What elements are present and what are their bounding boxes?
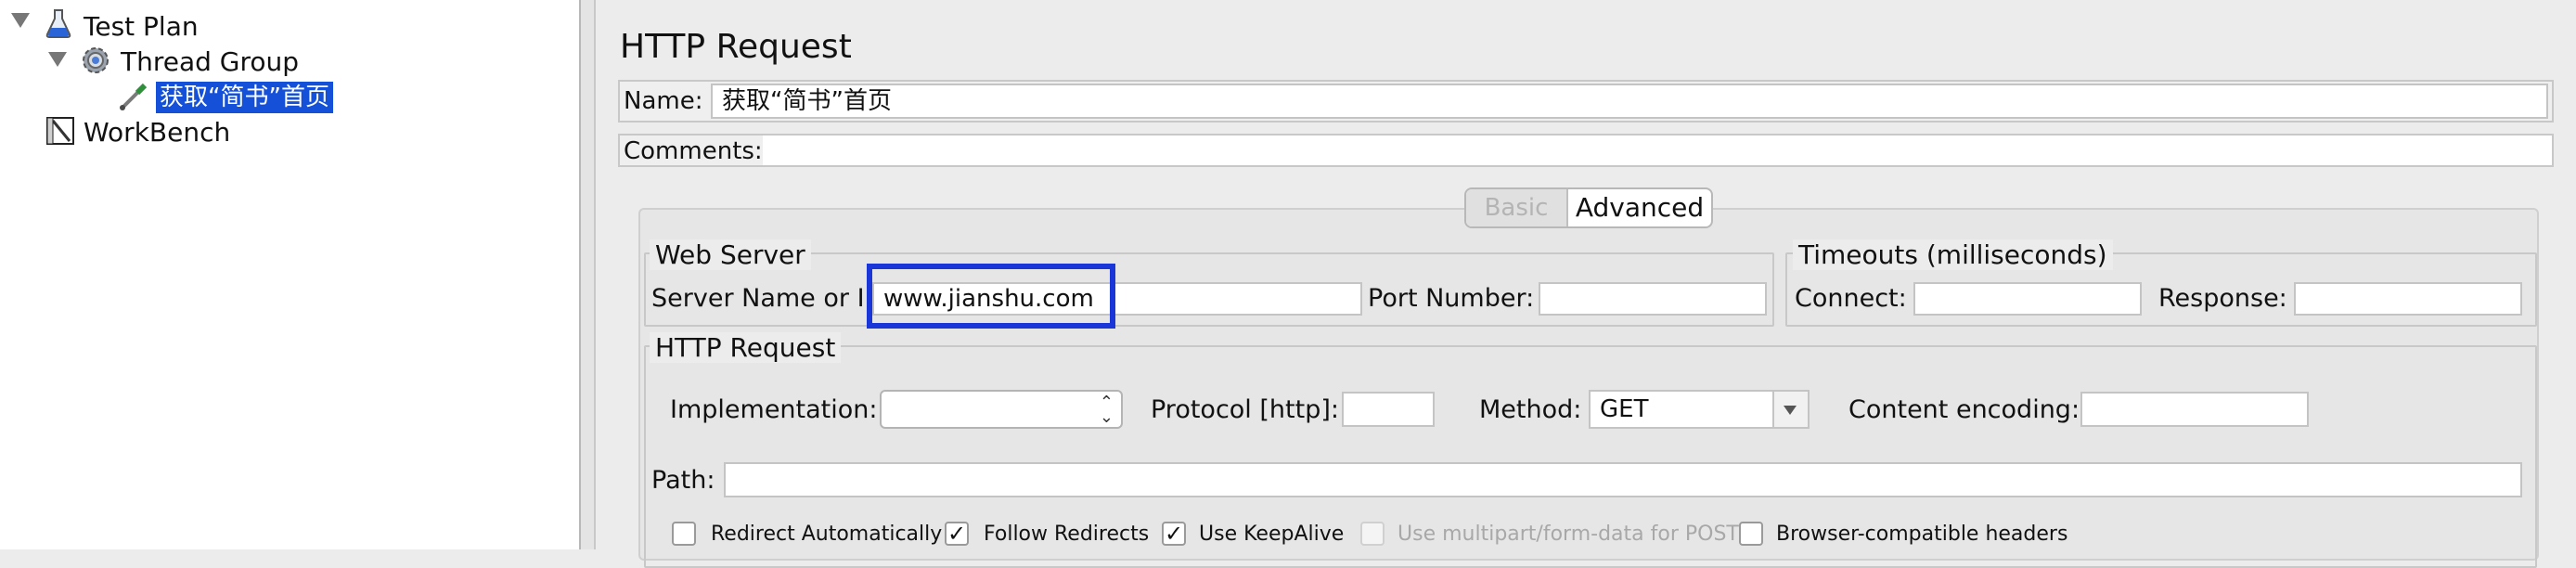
response-label: Response: <box>2158 284 2287 313</box>
protocol-label: Protocol [http]: <box>1151 395 1339 424</box>
redirect-automatically-label[interactable]: Redirect Automatically <box>711 523 942 546</box>
path-field[interactable] <box>724 462 2522 497</box>
timeouts-legend: Timeouts (milliseconds) <box>1793 239 2113 270</box>
http-request-legend: HTTP Request <box>650 332 842 363</box>
web-server-legend: Web Server <box>650 239 811 270</box>
method-label: Method: <box>1479 395 1582 424</box>
browser-compatible-headers-checkbox[interactable] <box>1739 522 1763 546</box>
path-label: Path: <box>651 466 715 495</box>
implementation-select[interactable]: ⌃ ⌄ <box>880 390 1123 429</box>
method-value: GET <box>1600 395 1649 423</box>
select-arrows-icon: ⌃ ⌄ <box>1099 393 1114 427</box>
browser-compatible-headers-label[interactable]: Browser-compatible headers <box>1776 523 2067 546</box>
port-number-field[interactable] <box>1539 282 1767 316</box>
tree-item-test-plan[interactable]: Test Plan <box>84 11 199 42</box>
redirect-automatically-checkbox[interactable] <box>672 522 696 546</box>
name-field[interactable]: 获取“简书”首页 <box>711 84 2548 119</box>
workbench-icon <box>45 115 76 150</box>
port-number-label: Port Number: <box>1368 284 1535 313</box>
tree-item-thread-group[interactable]: Thread Group <box>121 46 299 77</box>
use-keepalive-label[interactable]: Use KeepAlive <box>1199 523 1344 546</box>
content-encoding-field[interactable] <box>2080 392 2309 427</box>
panel-title: HTTP Request <box>620 28 852 66</box>
follow-redirects-checkbox[interactable]: ✓ <box>945 522 969 546</box>
connect-field[interactable] <box>1913 282 2142 316</box>
chevron-down-icon <box>1784 406 1797 415</box>
flask-icon <box>45 7 72 43</box>
method-select[interactable]: GET <box>1589 390 1810 429</box>
connect-label: Connect: <box>1795 284 1907 313</box>
name-label: Name: <box>624 87 703 115</box>
dropdown-button[interactable] <box>1772 392 1808 427</box>
tab-strip: Basic Advanced <box>1464 187 1713 228</box>
comments-field[interactable] <box>763 136 2552 165</box>
tab-basic[interactable]: Basic <box>1466 189 1568 226</box>
server-name-highlight <box>867 264 1115 329</box>
use-keepalive-checkbox[interactable]: ✓ <box>1162 522 1186 546</box>
expand-triangle-icon[interactable] <box>48 52 67 67</box>
tree-item-workbench[interactable]: WorkBench <box>84 117 230 148</box>
tab-advanced[interactable]: Advanced <box>1568 189 1711 226</box>
implementation-label: Implementation: <box>670 395 878 424</box>
splitter[interactable] <box>581 0 596 549</box>
response-field[interactable] <box>2294 282 2522 316</box>
comments-label: Comments: <box>624 137 763 165</box>
gear-icon <box>80 45 111 80</box>
tree-item-sampler[interactable]: 获取“简书”首页 <box>156 82 333 113</box>
protocol-field[interactable] <box>1342 392 1435 427</box>
content-encoding-label: Content encoding: <box>1848 395 2080 424</box>
server-name-label: Server Name or IP: <box>651 284 888 313</box>
follow-redirects-label[interactable]: Follow Redirects <box>984 523 1149 546</box>
expand-triangle-icon[interactable] <box>11 13 30 28</box>
use-multipart-checkbox <box>1360 522 1385 546</box>
dropper-icon <box>117 80 150 117</box>
use-multipart-label: Use multipart/form-data for POST <box>1397 523 1739 546</box>
